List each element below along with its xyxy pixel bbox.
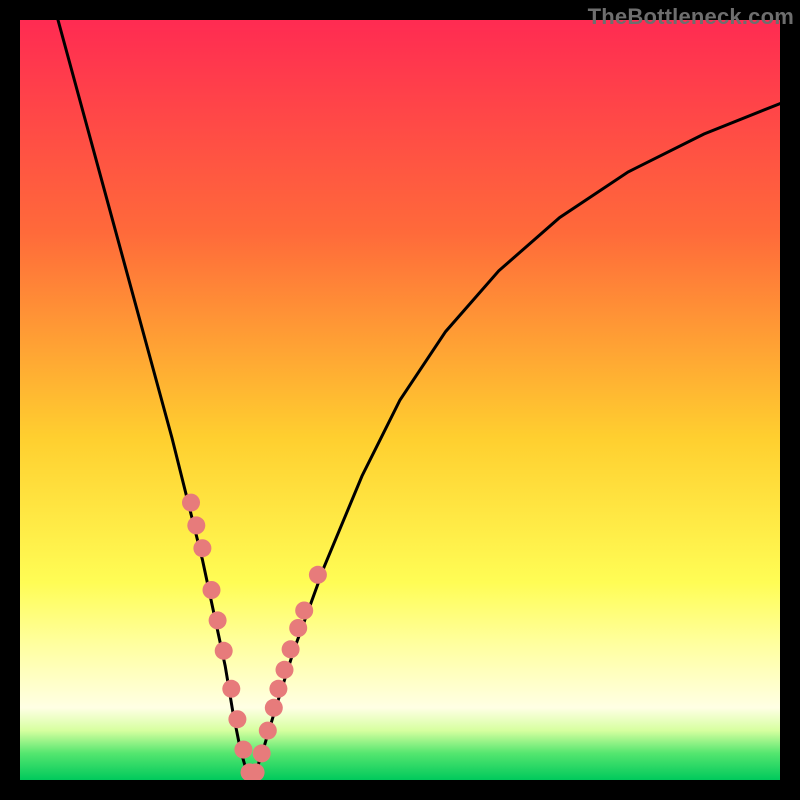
marker-dot [187, 516, 205, 534]
marker-dot [209, 611, 227, 629]
marker-dot [193, 539, 211, 557]
watermark-text: TheBottleneck.com [588, 4, 794, 30]
marker-dot [289, 619, 307, 637]
marker-dot [309, 566, 327, 584]
marker-dot [222, 680, 240, 698]
marker-dot [282, 640, 300, 658]
marker-dot [259, 722, 277, 740]
marker-dot [269, 680, 287, 698]
chart-svg [20, 20, 780, 780]
marker-dot [203, 581, 221, 599]
marker-dot [276, 661, 294, 679]
marker-dot [295, 602, 313, 620]
marker-dot [265, 699, 283, 717]
marker-dot [228, 710, 246, 728]
marker-dot [253, 744, 271, 762]
marker-dot [182, 494, 200, 512]
marker-dot [215, 642, 233, 660]
chart-frame [20, 20, 780, 780]
marker-dot [234, 741, 252, 759]
